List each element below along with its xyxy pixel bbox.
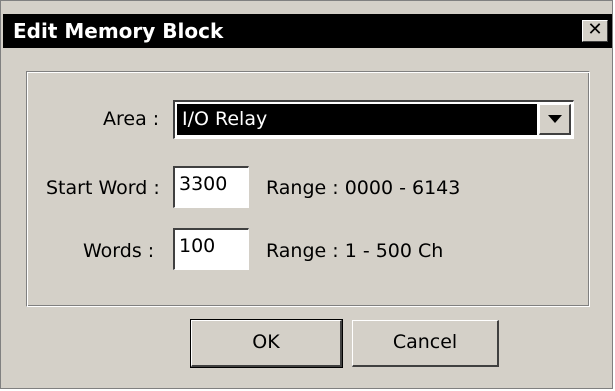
start-word-range: Range : 0000 - 6143 [266,177,461,199]
title-bar: Edit Memory Block ✕ [3,14,612,48]
start-word-label: Start Word : [46,177,160,199]
start-word-input[interactable]: 3300 [173,166,249,208]
area-label: Area : [103,108,160,130]
words-label: Words : [83,240,155,262]
chevron-down-icon[interactable] [539,104,571,135]
edit-memory-block-dialog: Edit Memory Block ✕ Area : I/O Relay Sta… [0,0,613,389]
close-icon[interactable]: ✕ [582,20,608,42]
words-range: Range : 1 - 500 Ch [266,240,444,262]
words-input[interactable]: 100 [173,228,249,270]
area-select[interactable]: I/O Relay [173,100,574,139]
ok-button[interactable]: OK [190,319,343,368]
window-title: Edit Memory Block [13,19,224,43]
cancel-button[interactable]: Cancel [352,320,499,367]
area-selected-value: I/O Relay [177,104,537,135]
